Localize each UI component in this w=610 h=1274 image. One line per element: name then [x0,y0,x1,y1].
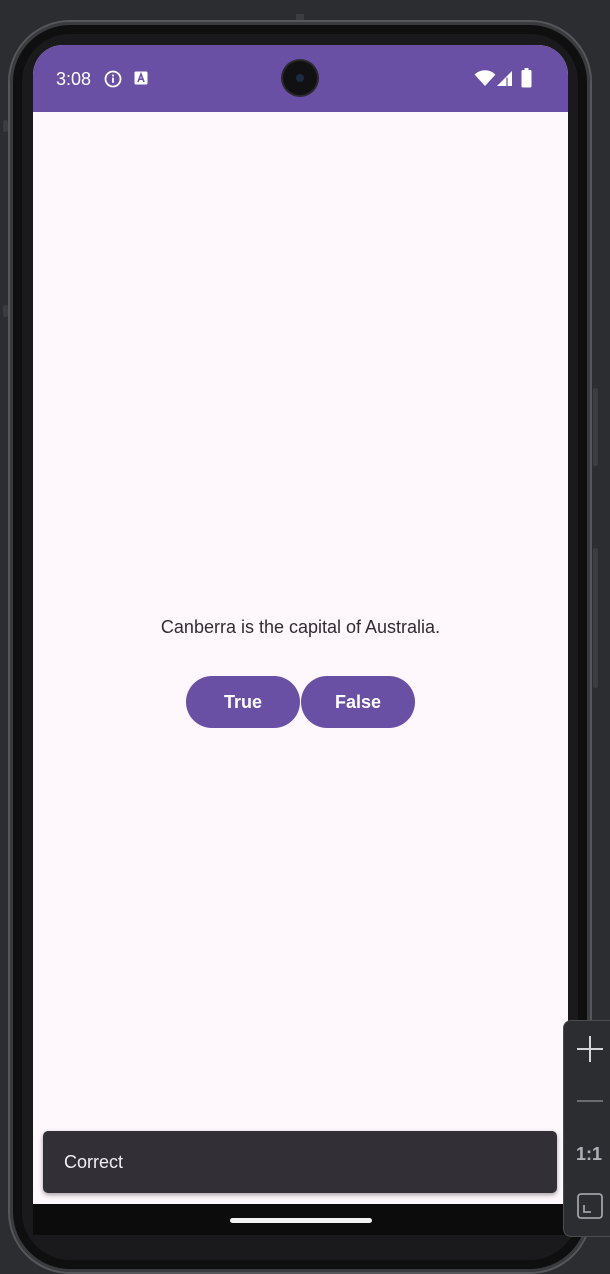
side-button-upper [3,120,8,132]
side-button-mid [3,305,8,317]
snackbar-message: Correct [64,1152,124,1172]
battery-icon [521,68,532,88]
zoom-out-icon [577,1100,603,1102]
fit-screen-button[interactable] [564,1186,610,1226]
actual-size-label: 1:1 [575,1144,602,1164]
question-text: Canberra is the capital of Australia. [160,617,441,637]
signal-icon [497,71,512,86]
wifi-icon [474,70,496,86]
navigation-bar [33,1204,568,1235]
phone-screen: 3:08 Canberra is the capital of Australi… [33,45,568,1235]
emulator-stage: 3:08 Canberra is the capital of Australi… [0,0,610,1274]
zoom-toolbar: 1:1 [563,1020,610,1237]
status-time: 3:08 [56,69,92,89]
front-camera [283,61,317,95]
status-bar: 3:08 [33,45,568,112]
a-icon [134,71,148,85]
info-icon [104,70,122,88]
fit-screen-icon [577,1193,603,1219]
zoom-in-button[interactable] [564,1031,610,1071]
zoom-in-icon [577,1036,603,1062]
power-button [593,388,598,466]
gesture-handle[interactable] [230,1218,372,1223]
snackbar: Correct [43,1131,557,1193]
volume-button [593,548,598,688]
zoom-out-button[interactable] [564,1081,610,1121]
false-button[interactable]: False [301,676,415,728]
true-button[interactable]: True [186,676,300,728]
actual-size-button[interactable]: 1:1 [564,1134,610,1174]
